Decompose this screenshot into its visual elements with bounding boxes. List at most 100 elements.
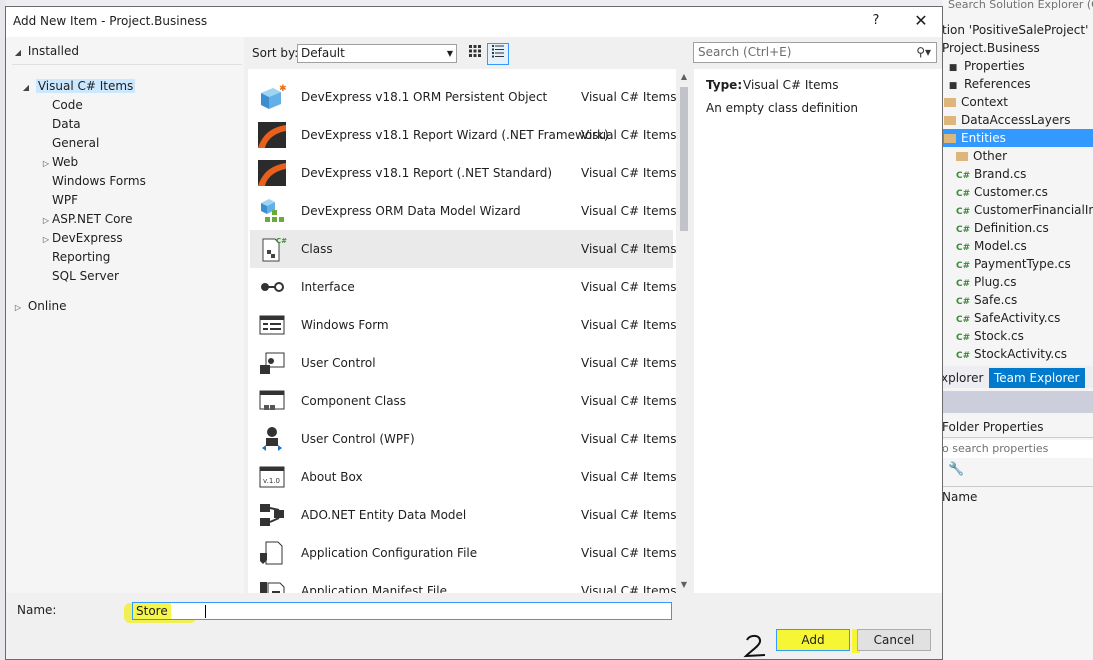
template-name: DevExpress v18.1 Report (.NET Standard) bbox=[301, 166, 553, 180]
scroll-down-icon[interactable]: ▼ bbox=[676, 577, 692, 593]
scroll-thumb[interactable] bbox=[680, 87, 688, 231]
type-value: Visual C# Items bbox=[743, 78, 839, 92]
svg-text:C#: C# bbox=[276, 237, 287, 245]
category-tree: ◢ Installed ◢ Visual C# Items Code Data Ge… bbox=[6, 37, 244, 593]
solution-explorer-item[interactable]: C# SafeActivity.cs bbox=[942, 309, 1093, 327]
tab-team-explorer[interactable]: Team Explorer bbox=[989, 368, 1085, 388]
template-row[interactable]: DevExpress v18.1 Report (.NET Standard) V… bbox=[250, 154, 676, 192]
solution-explorer-item[interactable]: C# Stock.cs bbox=[942, 327, 1093, 345]
solution-explorer-item-label: Safe.cs bbox=[974, 293, 1018, 307]
template-row[interactable]: ADO.NET Entity Data Model Visual C# Items bbox=[250, 496, 676, 534]
solution-explorer-item[interactable]: C# StockActivity.cs bbox=[942, 345, 1093, 363]
solution-explorer-item[interactable]: ■ Properties bbox=[942, 57, 1093, 75]
template-row[interactable]: Application Manifest File Visual C# Items bbox=[250, 572, 676, 593]
wrench-icon[interactable]: 🔧 bbox=[948, 462, 964, 477]
solution-explorer-item[interactable]: Context bbox=[942, 93, 1093, 111]
solution-explorer-item[interactable]: Other bbox=[942, 147, 1093, 165]
solution-explorer-item[interactable]: C# PaymentType.cs bbox=[942, 255, 1093, 273]
tree-item-general[interactable]: General bbox=[40, 134, 99, 153]
tree-item-data[interactable]: Data bbox=[40, 115, 81, 134]
template-row[interactable]: C# Class Visual C# Items bbox=[250, 230, 677, 268]
template-search-input[interactable]: Search (Ctrl+E) ⚲▾ bbox=[693, 42, 937, 63]
solution-explorer-item-label: Context bbox=[961, 95, 1009, 109]
solution-explorer-item-label: DataAccessLayers bbox=[961, 113, 1071, 127]
solution-explorer-search[interactable]: Search Solution Explorer (Ctrl+ş) bbox=[942, 0, 1093, 10]
solution-explorer-item-label: Brand.cs bbox=[974, 167, 1027, 181]
tree-item-devexpress[interactable]: ▷ DevExpress bbox=[40, 229, 123, 248]
solution-explorer-item[interactable]: C#CustomerFinancialInfo bbox=[942, 201, 1093, 219]
expand-arrow-icon[interactable]: ▷ bbox=[40, 154, 52, 173]
help-button[interactable]: ? bbox=[864, 10, 888, 32]
expand-arrow-icon[interactable]: ▷ bbox=[12, 298, 24, 317]
scroll-up-icon[interactable]: ▲ bbox=[676, 69, 692, 85]
solution-explorer-item[interactable]: ■ References bbox=[942, 75, 1093, 93]
dialog-titlebar: Add New Item - Project.Business ? ✕ bbox=[6, 7, 942, 37]
search-icon[interactable]: ⚲▾ bbox=[916, 43, 931, 62]
solution-explorer-item[interactable]: C# Definition.cs bbox=[942, 219, 1093, 237]
template-category: Visual C# Items bbox=[581, 128, 677, 142]
solution-explorer-item[interactable]: DataAccessLayers bbox=[942, 111, 1093, 129]
tree-item-sql-server[interactable]: SQL Server bbox=[40, 267, 119, 286]
solution-explorer-item-label: tion 'PositiveSaleProject' (3 p bbox=[942, 23, 1093, 37]
list-view-button[interactable] bbox=[487, 43, 509, 65]
name-input[interactable]: Store bbox=[132, 602, 672, 620]
tree-item-label: Windows Forms bbox=[52, 174, 146, 188]
tree-item-label: Web bbox=[52, 155, 79, 169]
template-row[interactable]: DevExpress v18.1 Report Wizard (.NET Fra… bbox=[250, 116, 677, 154]
sort-by-dropdown[interactable]: Default ▼ bbox=[297, 44, 457, 63]
tree-item-asp-net-core[interactable]: ▷ ASP.NET Core bbox=[40, 210, 133, 230]
solution-explorer-item[interactable]: C# Plug.cs bbox=[942, 273, 1093, 291]
tree-item-label: ASP.NET Core bbox=[52, 212, 133, 226]
close-button[interactable]: ✕ bbox=[904, 10, 938, 32]
grid-view-button[interactable] bbox=[465, 44, 485, 64]
tree-item-label: WPF bbox=[52, 193, 79, 207]
grid-view-icon bbox=[469, 45, 481, 57]
template-row[interactable]: User Control Visual C# Items bbox=[250, 344, 676, 382]
tree-item-online[interactable]: ▷ Online bbox=[12, 297, 67, 316]
tree-item-visual-csharp[interactable]: ◢ Visual C# Items bbox=[20, 77, 136, 97]
tree-item-label: SQL Server bbox=[52, 269, 119, 283]
properties-search-input[interactable]: o search properties bbox=[942, 440, 1093, 458]
tree-item-wpf[interactable]: WPF bbox=[40, 191, 78, 210]
entity-data-model-icon bbox=[257, 501, 287, 529]
solution-explorer-item[interactable]: C# Customer.cs bbox=[942, 183, 1093, 201]
solution-explorer-item[interactable]: C# Safe.cs bbox=[942, 291, 1093, 309]
tree-item-windows-forms[interactable]: Windows Forms bbox=[40, 172, 146, 191]
template-row[interactable]: User Control (WPF) Visual C# Items bbox=[250, 420, 676, 458]
template-category: Visual C# Items bbox=[581, 242, 677, 256]
template-row[interactable]: Windows Form Visual C# Items bbox=[250, 306, 676, 344]
template-row[interactable]: Application Configuration File Visual C# … bbox=[250, 534, 676, 572]
tree-item-reporting[interactable]: Reporting bbox=[40, 248, 110, 267]
solution-explorer-item[interactable]: C# Brand.cs bbox=[942, 165, 1093, 183]
solution-explorer-item[interactable]: C# Model.cs bbox=[942, 237, 1093, 255]
template-row[interactable]: Component Class Visual C# Items bbox=[250, 382, 676, 420]
collapse-arrow-icon[interactable]: ◢ bbox=[20, 78, 32, 97]
svg-text:v.1.0: v.1.0 bbox=[263, 477, 280, 485]
template-list-scrollbar[interactable]: ▲ ▼ bbox=[676, 69, 692, 593]
template-name: Windows Form bbox=[301, 318, 389, 332]
expand-arrow-icon[interactable]: ▷ bbox=[40, 211, 52, 230]
sort-by-value: Default bbox=[301, 46, 345, 60]
tree-item-installed[interactable]: ◢ Installed bbox=[12, 42, 242, 65]
template-row[interactable]: Interface Visual C# Items bbox=[250, 268, 676, 306]
text-caret bbox=[205, 605, 206, 618]
cancel-button[interactable]: Cancel bbox=[857, 629, 931, 651]
chevron-down-icon: ▼ bbox=[446, 49, 453, 58]
solution-explorer-item[interactable]: Entities bbox=[942, 129, 1093, 147]
solution-explorer-item-label: Project.Business bbox=[942, 41, 1040, 55]
solution-explorer-item-label: Properties bbox=[964, 59, 1025, 73]
expand-arrow-icon[interactable]: ▷ bbox=[40, 230, 52, 249]
tree-item-web[interactable]: ▷ Web bbox=[40, 153, 78, 172]
tree-item-code[interactable]: Code bbox=[40, 96, 83, 115]
template-row[interactable]: DevExpress ORM Data Model Wizard Visual C… bbox=[250, 192, 676, 230]
template-row[interactable]: ✱ DevExpress v18.1 ORM Persistent Object V… bbox=[250, 78, 676, 116]
template-row[interactable]: v.1.0 About Box Visual C# Items bbox=[250, 458, 677, 496]
collapse-arrow-icon[interactable]: ◢ bbox=[12, 43, 24, 62]
add-button[interactable]: Add bbox=[776, 629, 850, 651]
template-category: Visual C# Items bbox=[581, 470, 677, 484]
solution-explorer-item[interactable]: Project.Business bbox=[942, 39, 1093, 57]
tab-solution-explorer[interactable]: xplorer bbox=[942, 368, 988, 388]
devexpress-report-icon bbox=[257, 159, 287, 187]
solution-explorer-item[interactable]: tion 'PositiveSaleProject' (3 p bbox=[942, 21, 1093, 39]
solution-explorer-item-label: Customer.cs bbox=[974, 185, 1048, 199]
